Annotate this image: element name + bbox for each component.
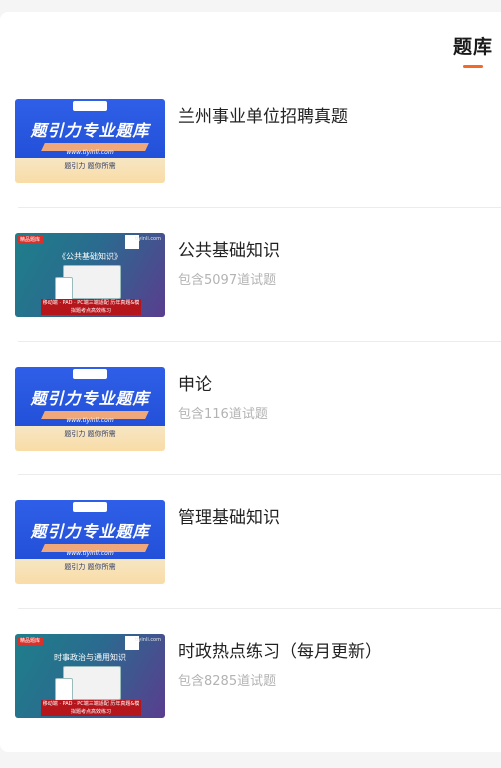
- list-item[interactable]: 题引力专业题库 www.tiyinli.com 题引力 题你所需 兰州事业单位招…: [0, 99, 501, 233]
- divider: [18, 341, 501, 342]
- item-title: 兰州事业单位招聘真题: [178, 107, 348, 127]
- item-title: 时政热点练习（每月更新）: [178, 642, 382, 662]
- question-bank-panel: 题库 题引力专业题库 www.tiyinli.com 题引力 题你所需 兰州事业…: [0, 12, 501, 752]
- thumb-banner: 移动端 · PAD · PC端三端适配 历年真题&模拟题考点高效练习: [41, 299, 141, 315]
- divider: [18, 207, 501, 208]
- item-count: 包含8285道试题: [178, 674, 277, 689]
- thumb-brand: 题引力专业题库: [30, 522, 150, 541]
- course-thumbnail: 题引力专业题库 www.tiyinli.com 题引力 题你所需: [15, 99, 165, 183]
- list-item[interactable]: 题引力专业题库 www.tiyinli.com 题引力 题你所需 申论 包含11…: [0, 367, 501, 501]
- thumb-tagline: 题引力 题你所需: [64, 430, 116, 438]
- tab-active-indicator: [462, 65, 483, 68]
- item-count: 包含116道试题: [178, 407, 268, 422]
- course-thumbnail: 题引力专业题库 www.tiyinli.com 题引力 题你所需: [15, 367, 165, 451]
- phone-icon: [55, 277, 73, 301]
- course-thumbnail: 题引力专业题库 www.tiyinli.com 题引力 题你所需: [15, 500, 165, 584]
- item-title: 申论: [178, 375, 212, 395]
- thumb-tagline: 题引力 题你所需: [64, 162, 116, 170]
- course-thumbnail: 精品题库 tiyinli.com 《公共基础知识》 移动端 · PAD · PC…: [15, 233, 165, 317]
- logo-icon: [73, 101, 107, 111]
- thumb-banner: 移动端 · PAD · PC端三端适配 历年真题&模拟题考点高效练习: [41, 700, 141, 716]
- thumb-tagline: 题引力 题你所需: [64, 563, 116, 571]
- thumb-site: tiyinli.com: [135, 637, 161, 643]
- thumb-badge: 精品题库: [17, 637, 44, 645]
- thumb-url: www.tiyinli.com: [66, 417, 114, 424]
- thumb-url: www.tiyinli.com: [66, 550, 114, 557]
- thumb-site: tiyinli.com: [135, 236, 161, 242]
- item-count: 包含5097道试题: [178, 273, 277, 288]
- logo-icon: [73, 502, 107, 512]
- divider: [18, 474, 501, 475]
- phone-icon: [55, 678, 73, 702]
- list-item[interactable]: 精品题库 tiyinli.com 时事政治与通用知识 移动端 · PAD · P…: [0, 634, 501, 768]
- thumb-brand: 题引力专业题库: [30, 121, 150, 140]
- tab-label: 题库: [452, 36, 493, 58]
- course-thumbnail: 精品题库 tiyinli.com 时事政治与通用知识 移动端 · PAD · P…: [15, 634, 165, 718]
- thumb-course-name: 时事政治与通用知识: [54, 653, 126, 662]
- divider: [18, 608, 501, 609]
- thumb-course-name: 《公共基础知识》: [58, 252, 122, 261]
- thumb-brand: 题引力专业题库: [30, 389, 150, 408]
- tab-question-bank[interactable]: 题库: [453, 32, 493, 68]
- thumb-url: www.tiyinli.com: [66, 149, 114, 156]
- item-title: 公共基础知识: [178, 241, 280, 261]
- item-title: 管理基础知识: [178, 508, 280, 528]
- list-item[interactable]: 精品题库 tiyinli.com 《公共基础知识》 移动端 · PAD · PC…: [0, 233, 501, 367]
- logo-icon: [73, 369, 107, 379]
- list-item[interactable]: 题引力专业题库 www.tiyinli.com 题引力 题你所需 管理基础知识: [0, 500, 501, 634]
- thumb-badge: 精品题库: [17, 236, 44, 244]
